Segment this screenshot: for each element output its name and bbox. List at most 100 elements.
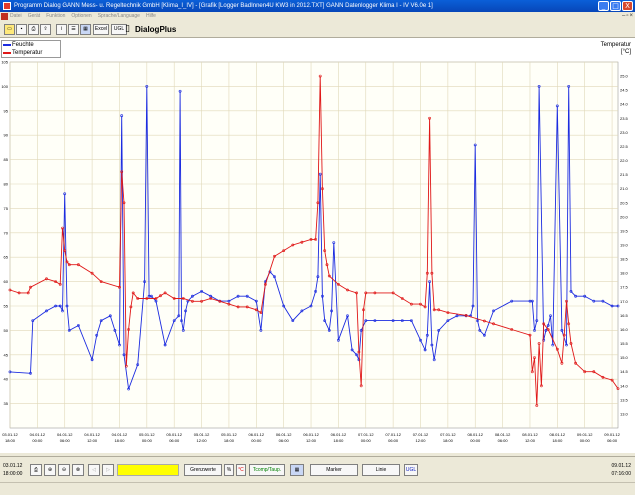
x-axis-ticks: 03.01.1218:0004.01.1200:0004.01.1206:000… xyxy=(2,432,620,443)
legend-humidity-label: Feuchte xyxy=(12,42,34,48)
line-chart[interactable]: 35404550556065707580859095100105 13.013.… xyxy=(0,38,635,453)
toolbar: ▭ ▪ ⎙ ⇪ i ☰ ▦ Excel UGL ▯ DialogPlus xyxy=(0,21,635,38)
right-axis-title-line1: Temperatur xyxy=(600,42,631,48)
menu-geraet[interactable]: Gerät xyxy=(28,12,41,21)
menu-funktion[interactable]: Funktion xyxy=(46,12,65,21)
x-tick-date: 07.01.12 xyxy=(385,432,401,437)
y-right-tick-label: 24.5 xyxy=(620,88,629,93)
status-bar xyxy=(0,482,635,495)
marker-button[interactable]: Marker xyxy=(310,464,358,476)
legend-item-temperature: Temperatur xyxy=(3,49,60,57)
x-tick-date: 06.01.12 xyxy=(276,432,292,437)
menu-optionen[interactable]: Optionen xyxy=(71,12,91,21)
y-right-tick-label: 22.5 xyxy=(620,144,629,149)
y-left-tick-label: 105 xyxy=(1,60,8,65)
legend-temperature-label: Temperatur xyxy=(12,50,43,56)
x-tick-time: 06:00 xyxy=(607,438,618,443)
open-folder-icon[interactable]: ▭ xyxy=(4,24,15,35)
y-right-tick-label: 17.0 xyxy=(620,299,629,304)
y-right-tick-label: 13.5 xyxy=(620,397,629,402)
y-right-tick-label: 23.5 xyxy=(620,116,629,121)
x-tick-time: 00:00 xyxy=(361,438,372,443)
info-icon[interactable]: i xyxy=(56,24,67,35)
menu-datei[interactable]: Datei xyxy=(10,12,22,21)
end-date: 09.01.12 xyxy=(611,463,631,469)
menu-bar: Datei Gerät Funktion Optionen Sprache/La… xyxy=(0,12,635,21)
right-axis-title: Temperatur [°C] xyxy=(601,42,631,56)
y-right-tick-label: 21.0 xyxy=(620,186,629,191)
save-icon[interactable]: ▪ xyxy=(16,24,27,35)
x-tick-time: 18:00 xyxy=(443,438,454,443)
tcomp-button[interactable]: Tcomp/Taup. xyxy=(249,464,285,476)
x-tick-time: 06:00 xyxy=(169,438,180,443)
x-tick-time: 06:00 xyxy=(279,438,290,443)
linie-button[interactable]: Linie xyxy=(362,464,400,476)
scroll-right-icon[interactable]: ▷ xyxy=(102,464,114,476)
y-right-tick-label: 14.5 xyxy=(620,369,629,374)
print-icon[interactable]: ⎙ xyxy=(30,464,42,476)
x-tick-date: 08.01.12 xyxy=(522,432,538,437)
legend[interactable]: Feuchte Temperatur xyxy=(1,40,61,58)
x-tick-time: 00:00 xyxy=(470,438,481,443)
logger-icon: ▯ xyxy=(125,23,130,33)
y-right-tick-label: 15.0 xyxy=(620,355,629,360)
x-tick-date: 05.01.12 xyxy=(221,432,237,437)
zoom-in-icon[interactable]: ⊕ xyxy=(44,464,56,476)
maximize-button[interactable]: □ xyxy=(610,1,621,11)
y-left-tick-label: 35 xyxy=(4,401,9,406)
export-icon[interactable]: ⇪ xyxy=(40,24,51,35)
y-left-tick-label: 40 xyxy=(4,377,9,382)
menu-hilfe[interactable]: Hilfe xyxy=(146,12,156,21)
y-right-tick-label: 19.5 xyxy=(620,228,629,233)
grenzwerte-button[interactable]: Grenzwerte xyxy=(184,464,222,476)
highlight-field[interactable] xyxy=(117,464,179,476)
scroll-left-icon[interactable]: ◁ xyxy=(88,464,100,476)
y-left-tick-label: 60 xyxy=(4,279,9,284)
ugl-bottom-button[interactable]: UGL xyxy=(404,464,418,476)
x-tick-date: 09.01.12 xyxy=(577,432,593,437)
print-icon[interactable]: ⎙ xyxy=(28,24,39,35)
table-icon[interactable]: ☰ xyxy=(68,24,79,35)
y-right-tick-label: 20.0 xyxy=(620,214,629,219)
x-tick-time: 18:00 xyxy=(114,438,125,443)
y-left-tick-label: 70 xyxy=(4,230,9,235)
grid-icon[interactable]: ▦ xyxy=(80,24,91,35)
x-tick-time: 00:00 xyxy=(580,438,591,443)
y-left-tick-label: 50 xyxy=(4,328,9,333)
zoom-reset-icon[interactable]: ⊗ xyxy=(72,464,84,476)
minimize-button[interactable]: _ xyxy=(598,1,609,11)
mdi-minimize-icon[interactable]: – xyxy=(622,12,625,21)
x-tick-time: 12:00 xyxy=(525,438,536,443)
window-controls: _ □ X xyxy=(598,1,633,11)
x-tick-time: 00:00 xyxy=(142,438,153,443)
close-button[interactable]: X xyxy=(622,1,633,11)
y-left-tick-label: 75 xyxy=(4,206,9,211)
x-tick-date: 06.01.12 xyxy=(249,432,265,437)
app-icon xyxy=(3,2,11,10)
x-tick-date: 08.01.12 xyxy=(467,432,483,437)
celsius-button[interactable]: °C xyxy=(236,464,246,476)
y-left-tick-label: 100 xyxy=(1,84,8,89)
x-tick-time: 12:00 xyxy=(197,438,208,443)
percent-button[interactable]: % xyxy=(224,464,234,476)
excel-button[interactable]: Excel xyxy=(93,24,109,35)
table-icon[interactable]: ▦ xyxy=(290,464,304,476)
y-right-tick-label: 16.0 xyxy=(620,327,629,332)
menu-sprache[interactable]: Sprache/Language xyxy=(98,12,140,21)
x-tick-time: 12:00 xyxy=(87,438,98,443)
y-left-tick-label: 65 xyxy=(4,255,9,260)
mdi-restore-icon[interactable]: ▫ xyxy=(626,12,628,21)
y-right-tick-label: 24.0 xyxy=(620,102,629,107)
left-axis-ticks: 35 40 45 50 55 60 65 70 75 80 85 90 95 100 105 xyxy=(1,60,8,407)
app-title: DialogPlus xyxy=(135,25,177,34)
x-tick-time: 12:00 xyxy=(415,438,426,443)
mdi-close-icon[interactable]: × xyxy=(629,12,633,21)
end-time: 07:16:00 xyxy=(611,471,631,477)
document-icon[interactable] xyxy=(1,13,8,20)
y-right-tick-label: 15.5 xyxy=(620,341,629,346)
zoom-out-icon[interactable]: ⊖ xyxy=(58,464,70,476)
x-tick-time: 00:00 xyxy=(32,438,43,443)
x-tick-time: 06:00 xyxy=(388,438,399,443)
chart-area[interactable]: 35 40 45 50 55 60 65 70 75 80 85 90 95 100 105 13.0 13.… xyxy=(0,38,635,453)
right-axis-title-line2: [°C] xyxy=(620,49,631,55)
